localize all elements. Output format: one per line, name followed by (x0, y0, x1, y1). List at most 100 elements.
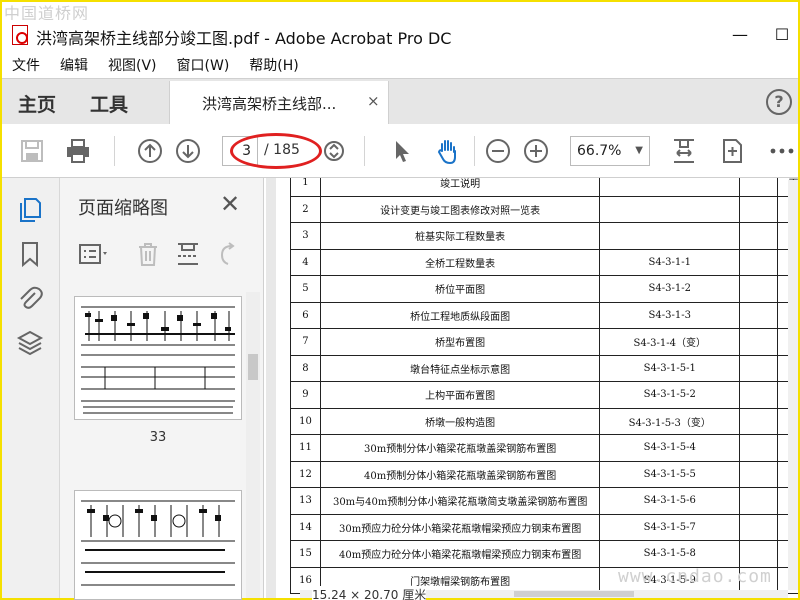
menu-help[interactable]: 帮助(H) (249, 55, 298, 75)
tab-tools[interactable]: 工具 (90, 90, 128, 117)
drawing-name: 40m预应力砼分体小箱梁花瓶墩帽梁预应力钢束布置图 (319, 540, 601, 568)
panel-scrollbar[interactable] (246, 292, 260, 598)
full-screen-icon[interactable] (718, 137, 746, 165)
drawing-name: 30m预应力砼分体小箱梁花瓶墩帽梁预应力钢束布置图 (319, 513, 601, 541)
hand-tool-icon[interactable] (434, 137, 462, 165)
scrollbar-thumb[interactable] (248, 354, 258, 380)
layers-icon[interactable] (16, 328, 44, 356)
tab-strip: 主页 工具 洪湾高架桥主线部... × ? (2, 78, 798, 125)
page-size-status: 15.24 × 20.70 厘米 (312, 586, 427, 600)
drawing-code: S4-3-1-5-1 (599, 354, 741, 382)
rotate-icon[interactable] (214, 240, 240, 268)
row-number: 15 (290, 540, 321, 568)
menu-window[interactable]: 窗口(W) (177, 55, 230, 75)
bookmark-icon[interactable] (16, 240, 44, 268)
table-row: 7桥型布置图S4-3-1-4（变）页 (290, 328, 798, 356)
table-row: 1130m预制分体小箱梁花瓶墩盖梁钢筋布置图S4-3-1-5-4页 (290, 434, 798, 462)
blank-cell (739, 487, 779, 515)
watermark-bottom: www.cndao.com (618, 566, 772, 587)
page-thumbnail[interactable] (74, 296, 242, 420)
row-number: 11 (290, 434, 321, 462)
row-number: 4 (290, 248, 321, 276)
table-row: 1330m与40m预制分体小箱梁花瓶墩简支墩盖梁钢筋布置图S4-3-1-5-6页 (290, 487, 798, 515)
drawing-name: 桥位平面图 (319, 275, 601, 303)
table-row: 10桥墩一般构造图S4-3-1-5-3（变）页 (290, 407, 798, 435)
minimize-button[interactable]: — (728, 23, 752, 47)
select-arrow-icon[interactable] (388, 137, 416, 165)
drawing-index-table: 1竣工说明页2设计变更与竣工图表修改对照一览表页3桩基实际工程数量表页4全桥工程… (290, 178, 798, 594)
attachment-icon[interactable] (16, 284, 44, 312)
close-tab-icon[interactable]: × (367, 92, 380, 110)
drawing-name: 桥型布置图 (319, 328, 601, 356)
drawing-name: 30m预制分体小箱梁花瓶墩盖梁钢筋布置图 (319, 434, 601, 462)
thumbnail-page-number: 33 (149, 430, 167, 445)
row-number: 7 (290, 328, 321, 356)
row-number: 13 (290, 487, 321, 515)
drawing-code (599, 195, 741, 223)
drawing-name: 30m与40m预制分体小箱梁花瓶墩简支墩盖梁钢筋布置图 (319, 487, 601, 515)
row-number: 14 (290, 513, 321, 541)
trash-icon[interactable] (134, 240, 160, 268)
close-panel-icon[interactable]: ✕ (220, 190, 240, 218)
save-icon[interactable] (18, 137, 46, 165)
separator (474, 136, 475, 166)
menu-edit[interactable]: 编辑 (60, 55, 88, 75)
menu-file[interactable]: 文件 (12, 55, 40, 75)
drawing-code: S4-3-1-4（变） (599, 328, 741, 356)
table-row: 1430m预应力砼分体小箱梁花瓶墩帽梁预应力钢束布置图S4-3-1-5-7页 (290, 513, 798, 541)
thumbnail-options-icon[interactable] (78, 240, 107, 268)
tab-document[interactable]: 洪湾高架桥主线部... × (169, 81, 389, 125)
maximize-button[interactable]: ☐ (770, 23, 794, 47)
scrollbar-thumb[interactable] (514, 591, 634, 597)
print-icon[interactable] (64, 137, 92, 165)
help-icon[interactable]: ? (766, 89, 792, 115)
zoom-select[interactable]: 66.7% ▼ (570, 136, 650, 166)
pdf-file-icon (12, 25, 28, 45)
blank-cell (739, 275, 779, 303)
separator (114, 136, 115, 166)
chevron-down-icon: ▼ (635, 145, 643, 156)
panel-toolbar (78, 240, 258, 270)
table-row: 1竣工说明页 (290, 178, 798, 197)
separator (364, 136, 365, 166)
menu-view[interactable]: 视图(V) (108, 55, 157, 75)
document-vertical-scrollbar[interactable] (788, 180, 798, 590)
drawing-name: 40m预制分体小箱梁花瓶墩盖梁钢筋布置图 (319, 460, 601, 488)
row-number: 6 (290, 301, 321, 329)
drawing-name: 竣工说明 (319, 178, 601, 197)
drawing-code: S4-3-1-5-7 (599, 513, 741, 541)
zoom-value: 66.7% (577, 143, 622, 159)
insert-page-icon[interactable] (174, 240, 200, 268)
page-thumbnails-panel: 页面缩略图 ✕ 33 (60, 178, 264, 600)
page-stepper-icon[interactable] (320, 137, 348, 165)
drawing-code: S4-3-1-5-8 (599, 540, 741, 568)
fit-page-icon[interactable] (670, 137, 698, 165)
next-page-icon[interactable] (174, 137, 202, 165)
table-row: 6桥位工程地质纵段面图S4-3-1-3页 (290, 301, 798, 329)
page-thumbnails-icon[interactable] (16, 196, 44, 224)
row-number: 12 (290, 460, 321, 488)
panel-title: 页面缩略图 (78, 198, 168, 219)
window-title: 洪湾高架桥主线部分竣工图.pdf - Adobe Acrobat Pro DC (36, 29, 452, 48)
drawing-code: S4-3-1-5-5 (599, 460, 741, 488)
thumbnail-drawing (81, 306, 235, 414)
tab-home[interactable]: 主页 (18, 90, 56, 117)
drawing-code: S4-3-1-5-4 (599, 434, 741, 462)
blank-cell (739, 407, 779, 435)
document-tab-label: 洪湾高架桥主线部... (202, 95, 337, 113)
blank-cell (739, 248, 779, 276)
blank-cell (739, 222, 779, 250)
blank-cell (739, 328, 779, 356)
row-number: 2 (290, 195, 321, 223)
zoom-in-icon[interactable] (522, 137, 550, 165)
drawing-name: 设计变更与竣工图表修改对照一览表 (319, 195, 601, 223)
row-number: 8 (290, 354, 321, 382)
more-options-icon[interactable] (768, 137, 796, 165)
table-row: 9上构平面布置图S4-3-1-5-2页 (290, 381, 798, 409)
zoom-out-icon[interactable] (484, 137, 512, 165)
previous-page-icon[interactable] (136, 137, 164, 165)
row-number: 5 (290, 275, 321, 303)
menu-bar: 文件 编辑 视图(V) 窗口(W) 帮助(H) (2, 52, 798, 78)
page-thumbnail[interactable] (74, 490, 242, 600)
document-view[interactable]: 1竣工说明页2设计变更与竣工图表修改对照一览表页3桩基实际工程数量表页4全桥工程… (266, 178, 798, 598)
